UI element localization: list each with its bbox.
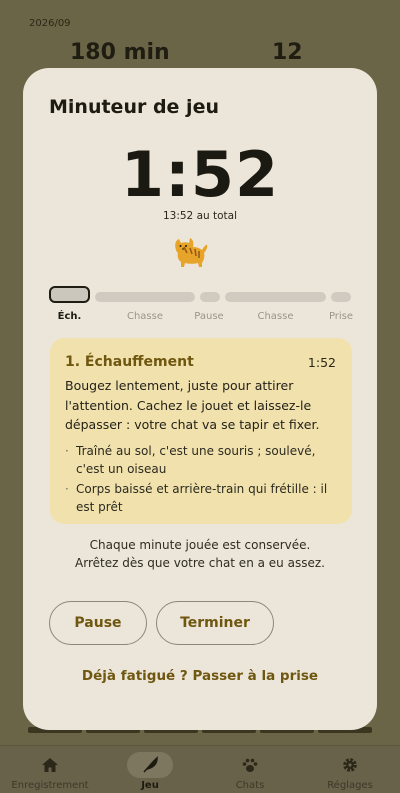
phase-label: Prise xyxy=(328,311,354,322)
phase-tips: · Traîné au sol, c'est une souris ; soule… xyxy=(65,442,341,518)
phase-time: 1:52 xyxy=(307,355,336,370)
phase-card: 1. Échauffement 1:52 Bougez lentement, j… xyxy=(50,338,352,524)
total-time: 13:52 au total xyxy=(162,210,238,222)
nav-item-chats[interactable]: Chats xyxy=(200,746,300,793)
skip-to-catch-link[interactable]: Déjà fatigué ? Passer à la prise xyxy=(23,668,377,684)
list-item: · Traîné au sol, c'est une souris ; soule… xyxy=(65,444,316,476)
nav-item-reglages[interactable]: Réglages xyxy=(300,746,400,793)
cat-icon xyxy=(175,238,208,267)
phase-progress xyxy=(49,286,351,303)
list-item: · Corps baissé et arrière-train qui fréti… xyxy=(65,482,328,514)
phase-label: Chasse xyxy=(126,311,164,322)
bottom-nav: Enregistrement Jeu Chats Réglages xyxy=(0,745,400,793)
feather-icon xyxy=(127,752,173,778)
gear-icon xyxy=(327,752,373,778)
phase-segment-warmup xyxy=(49,286,90,303)
phase-title: 1. Échauffement xyxy=(65,354,194,370)
info-note: Chaque minute jouée est conservée. Arrêt… xyxy=(23,536,377,572)
phase-segment-hunt-2 xyxy=(225,292,326,302)
home-icon xyxy=(27,752,73,778)
timer-display: 1:52 xyxy=(120,138,280,211)
dialog-title: Minuteur de jeu xyxy=(49,96,219,118)
nav-item-enregistrement[interactable]: Enregistrement xyxy=(0,746,100,793)
date-label: 2026/09 xyxy=(29,18,71,29)
total-minutes-stat: 180 min xyxy=(70,40,170,65)
phase-label: Chasse xyxy=(257,311,294,322)
phase-label: Éch. xyxy=(57,311,82,322)
nav-item-jeu[interactable]: Jeu xyxy=(100,746,200,793)
note-line: Chaque minute jouée est conservée. xyxy=(89,538,311,552)
session-count-stat: 12 xyxy=(272,40,303,65)
play-timer-dialog: Minuteur de jeu 1:52 13:52 au total Éch.… xyxy=(23,68,377,730)
phase-segment-hunt-1 xyxy=(95,292,195,302)
nav-label: Jeu xyxy=(141,780,159,791)
phase-label: Pause xyxy=(194,311,224,322)
nav-label: Enregistrement xyxy=(11,780,89,791)
phase-description: Bougez lentement, juste pour attirer l'a… xyxy=(65,378,320,432)
end-button[interactable]: Terminer xyxy=(156,601,274,645)
note-line: Arrêtez dès que votre chat en a eu assez… xyxy=(75,556,325,570)
nav-label: Chats xyxy=(235,780,265,791)
phase-segment-pause xyxy=(200,292,220,302)
pause-button[interactable]: Pause xyxy=(49,601,147,645)
paw-icon xyxy=(227,752,273,778)
nav-label: Réglages xyxy=(327,780,373,791)
phase-segment-catch xyxy=(331,292,351,302)
